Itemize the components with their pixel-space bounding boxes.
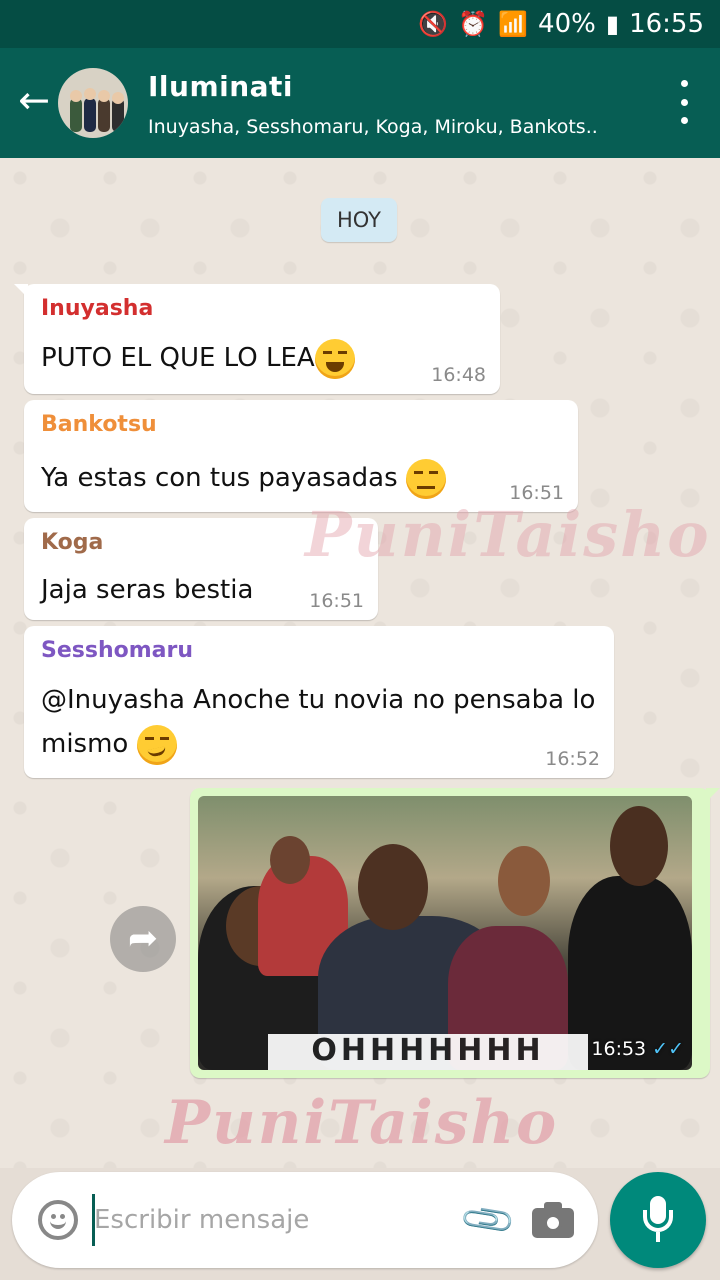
wifi-icon: 📶 xyxy=(498,10,529,38)
message-bubble[interactable]: Bankotsu Ya estas con tus payasadas 16:5… xyxy=(24,400,578,512)
message-time: 16:48 xyxy=(431,364,486,386)
gif-caption: OHHHHHHH xyxy=(268,1033,588,1070)
chat-participants[interactable]: Inuyasha, Sesshomaru, Koga, Miroku, Bank… xyxy=(148,116,628,138)
sender-name: Koga xyxy=(41,530,104,555)
attach-icon[interactable]: 📎 xyxy=(457,1189,522,1254)
message-text: PUTO EL QUE LO LEA xyxy=(41,336,355,380)
forward-icon[interactable]: ➦ xyxy=(110,906,176,972)
message-input[interactable] xyxy=(94,1198,454,1242)
back-arrow-icon[interactable]: ← xyxy=(14,80,54,120)
watermark: PuniTaisho xyxy=(165,1088,559,1158)
group-avatar[interactable] xyxy=(58,68,128,138)
emoji-icon[interactable] xyxy=(38,1200,78,1240)
message-bubble[interactable]: Inuyasha PUTO EL QUE LO LEA 16:48 xyxy=(14,284,500,394)
status-icons: 🔇 ⏰ 📶 40% ▮ 16:55 xyxy=(418,8,704,40)
status-bar: 🔇 ⏰ 📶 40% ▮ 16:55 xyxy=(0,0,720,48)
message-time: 16:52 xyxy=(545,748,600,770)
chat-header: ← Iluminati Inuyasha, Sesshomaru, Koga, … xyxy=(0,48,720,158)
battery-icon: ▮ xyxy=(605,10,620,38)
laughing-face-icon xyxy=(314,338,355,379)
unamused-face-icon xyxy=(405,458,446,499)
watermark: PuniTaisho xyxy=(305,498,711,571)
message-list[interactable]: HOY Inuyasha PUTO EL QUE LO LEA 16:48 Ba… xyxy=(0,158,720,1168)
chat-title[interactable]: Iluminati xyxy=(148,70,293,103)
clock: 16:55 xyxy=(629,9,704,39)
message-bubble[interactable]: Sesshomaru @Inuyasha Anoche tu novia no … xyxy=(24,626,614,778)
more-options-icon[interactable] xyxy=(674,80,694,124)
alarm-icon: ⏰ xyxy=(458,10,489,38)
message-text: @Inuyasha Anoche tu novia no pensaba lo … xyxy=(41,678,595,766)
mute-icon: 🔇 xyxy=(418,10,449,38)
camera-icon[interactable] xyxy=(532,1202,574,1238)
message-text: Ya estas con tus payasadas xyxy=(41,456,446,500)
message-time: 16:51 xyxy=(309,590,364,612)
sender-name: Inuyasha xyxy=(41,296,154,321)
message-time: 16:53 ✓✓ xyxy=(591,1038,684,1060)
microphone-button[interactable] xyxy=(610,1172,706,1268)
read-ticks-icon: ✓✓ xyxy=(652,1038,684,1060)
message-text: Jaja seras bestia xyxy=(41,575,254,605)
message-composer: 📎 xyxy=(12,1172,598,1268)
date-chip: HOY xyxy=(321,198,397,242)
battery-level: 40% xyxy=(538,9,596,39)
gif-image[interactable]: OHHHHHHH xyxy=(198,796,692,1070)
smirking-face-icon xyxy=(136,724,177,765)
sender-name: Sesshomaru xyxy=(41,638,194,663)
image-message[interactable]: OHHHHHHH 16:53 ✓✓ xyxy=(190,788,720,1078)
sender-name: Bankotsu xyxy=(41,412,157,437)
